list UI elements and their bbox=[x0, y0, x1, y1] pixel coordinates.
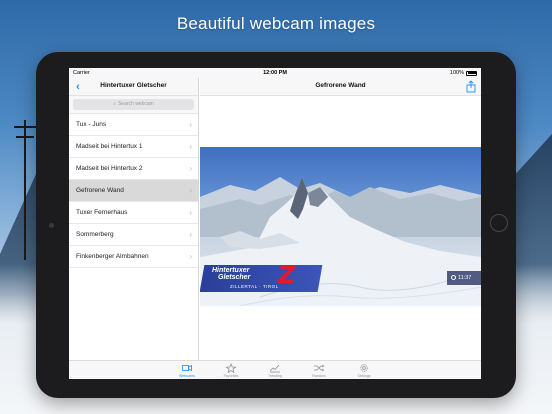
marketing-headline: Beautiful webcam images bbox=[176, 14, 376, 33]
tab-random[interactable]: Random bbox=[299, 363, 339, 378]
brand-subtitle: ZILLERTAL · TIROL bbox=[230, 284, 279, 289]
background-lift-tower bbox=[14, 120, 36, 260]
tab-favorites[interactable]: Favorites bbox=[211, 363, 251, 378]
master-title: Hintertuxer Gletscher bbox=[100, 82, 167, 89]
list-item-label: Gefrorene Wand bbox=[76, 187, 124, 194]
list-item[interactable]: Tuxer Fernerhaus › bbox=[69, 202, 198, 224]
list-item-label: Finkenberger Almbahnen bbox=[76, 253, 149, 260]
battery-icon bbox=[466, 70, 477, 76]
brand-line-2: Gletscher bbox=[218, 274, 251, 281]
chevron-right-icon: › bbox=[189, 120, 192, 129]
home-button bbox=[490, 214, 508, 232]
timestamp-text: 11:37 bbox=[458, 275, 472, 281]
ipad-device-frame: Carrier 12:00 PM 100% ‹ Hintertuxer Glet… bbox=[36, 52, 516, 398]
battery-percent: 100% bbox=[449, 70, 464, 76]
chevron-right-icon: › bbox=[189, 208, 192, 217]
video-camera-icon bbox=[182, 364, 192, 372]
search-input[interactable]: ⌕ Search webcam bbox=[73, 99, 194, 110]
list-item-label: Tuxer Fernerhaus bbox=[76, 209, 128, 216]
brand-line-1: Hintertuxer bbox=[212, 267, 250, 274]
list-item[interactable]: Sommerberg › bbox=[69, 224, 198, 246]
chevron-right-icon: › bbox=[189, 252, 192, 261]
list-item[interactable]: Finkenberger Almbahnen › bbox=[69, 246, 198, 268]
list-item-label: Sommerberg bbox=[76, 231, 114, 238]
master-nav-bar: ‹ Hintertuxer Gletscher bbox=[69, 78, 198, 96]
search-icon: ⌕ bbox=[113, 101, 116, 107]
star-icon bbox=[225, 363, 237, 373]
list-item-label: Madseit bei Hintertux 1 bbox=[76, 143, 143, 150]
webcam-list: Tux - Juns › Madseit bei Hintertux 1 › Madse… bbox=[69, 114, 198, 268]
tab-label: Webcams bbox=[179, 374, 195, 378]
detail-nav-bar: Gefrorene Wand bbox=[200, 78, 481, 96]
app-screen: Carrier 12:00 PM 100% ‹ Hintertuxer Glet… bbox=[69, 68, 481, 379]
search-bar: ⌕ Search webcam bbox=[69, 96, 198, 114]
webcam-timestamp: 11:37 bbox=[447, 271, 481, 285]
shuffle-icon bbox=[314, 364, 325, 372]
list-item[interactable]: Madseit bei Hintertux 2 › bbox=[69, 158, 198, 180]
webcam-detail-pane: Gefrorene Wand Hintertuxer Gletscher ZIL… bbox=[200, 78, 481, 360]
detail-title: Gefrorene Wand bbox=[315, 82, 366, 89]
chart-icon bbox=[269, 364, 280, 373]
chevron-right-icon: › bbox=[189, 230, 192, 239]
brand-logo-icon: Z bbox=[278, 261, 296, 289]
tab-label: Settings bbox=[357, 374, 371, 378]
webcam-list-pane: ‹ Hintertuxer Gletscher ⌕ Search webcam T… bbox=[69, 78, 199, 360]
chevron-right-icon: › bbox=[189, 142, 192, 151]
chevron-right-icon: › bbox=[189, 186, 192, 195]
tab-label: Trending bbox=[267, 374, 283, 378]
search-placeholder: Search webcam bbox=[117, 101, 154, 107]
clock-icon bbox=[451, 275, 456, 280]
brand-name: Hintertuxer Gletscher bbox=[212, 267, 250, 281]
tab-label: Favorites bbox=[223, 374, 239, 378]
gear-icon bbox=[360, 364, 368, 372]
share-icon[interactable] bbox=[465, 80, 477, 93]
tab-webcams[interactable]: Webcams bbox=[167, 363, 207, 378]
list-item[interactable]: Madseit bei Hintertux 1 › bbox=[69, 136, 198, 158]
list-item-label: Tux - Juns bbox=[76, 121, 107, 128]
front-camera bbox=[49, 223, 54, 228]
status-time: 12:00 PM bbox=[263, 70, 287, 76]
tab-bar: Webcams Favorites Trending Random Settings bbox=[69, 360, 481, 379]
chevron-right-icon: › bbox=[189, 164, 192, 173]
status-bar: Carrier 12:00 PM 100% bbox=[69, 68, 481, 78]
list-item[interactable]: Tux - Juns › bbox=[69, 114, 198, 136]
list-item[interactable]: Gefrorene Wand › bbox=[69, 180, 198, 202]
tab-settings[interactable]: Settings bbox=[344, 363, 384, 378]
tab-label: Random bbox=[312, 374, 326, 378]
webcam-image[interactable]: Hintertuxer Gletscher ZILLERTAL · TIROL … bbox=[200, 147, 481, 306]
list-item-label: Madseit bei Hintertux 2 bbox=[76, 165, 143, 172]
tab-trending[interactable]: Trending bbox=[255, 363, 295, 378]
